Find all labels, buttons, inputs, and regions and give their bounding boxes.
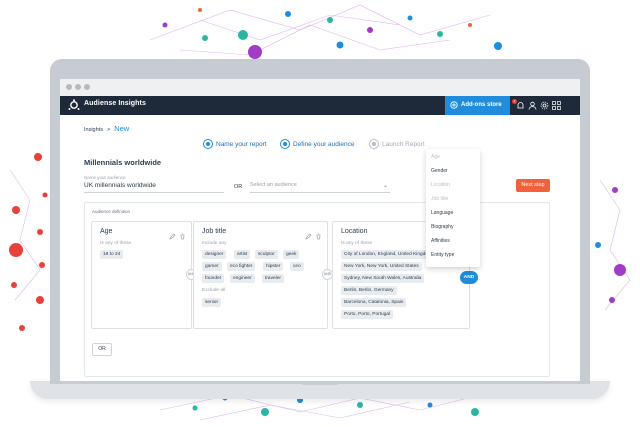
breadcrumb: Insights > New — [84, 124, 129, 133]
card-title: Job title — [202, 228, 227, 235]
card-actions — [302, 227, 322, 245]
job-chip[interactable]: eco fighter — [227, 262, 256, 271]
job-chip[interactable]: artist — [234, 250, 251, 259]
addons-icon — [450, 101, 458, 109]
location-chip[interactable]: New York, New York, United States — [341, 262, 422, 271]
delete-trash-icon[interactable] — [179, 233, 186, 240]
step-check-icon — [203, 139, 213, 149]
dropdown-item-age: Age — [431, 154, 440, 160]
window-dot-minimize[interactable] — [75, 84, 81, 90]
dropdown-item-job-title: Job title — [431, 196, 449, 202]
window-dot-close[interactable] — [66, 84, 72, 90]
top-navbar: Audiense Insights Add-ons store 1 — [60, 96, 580, 115]
app-title: Audiense Insights — [84, 100, 146, 107]
job-chip[interactable]: founder — [202, 274, 225, 283]
dropdown-item-biography[interactable]: Biography — [431, 224, 454, 230]
location-chip[interactable]: Sydney, New South Wales, Australia — [341, 274, 425, 283]
job-chip[interactable]: sculptor — [255, 250, 278, 259]
select-audience-dropdown[interactable]: Select an audience ⌄ — [250, 182, 390, 193]
job-chip[interactable]: gamer — [202, 262, 222, 271]
card-subtitle: Include any — [202, 241, 227, 246]
addons-store-button[interactable]: Add-ons store — [445, 96, 510, 115]
dropdown-item-gender[interactable]: Gender — [431, 168, 448, 174]
location-chip[interactable]: Berlin, Berlin, Germany — [341, 286, 397, 295]
age-criteria-card: Age Is any of these 18 to 24 — [91, 221, 192, 329]
location-chip[interactable]: City of London, England, United Kingdom — [341, 250, 435, 259]
exclude-chip[interactable]: senior — [202, 298, 222, 307]
next-step-button[interactable]: Next step — [516, 179, 550, 192]
select-placeholder: Select an audience — [250, 182, 297, 188]
exclude-label: Exclude all — [202, 288, 226, 293]
job-chip[interactable]: traveler — [262, 274, 284, 283]
settings-gear-icon[interactable] — [540, 101, 549, 110]
dropdown-item-affinities[interactable]: Affinities — [431, 238, 450, 244]
job-chip[interactable]: engineer — [230, 274, 255, 283]
job-chip[interactable]: geek — [283, 250, 300, 259]
location-chip[interactable]: Porto, Porto, Portugal — [341, 310, 394, 319]
audience-name-label: Name your audience — [84, 175, 126, 180]
card-subtitle: Is any of these — [341, 241, 373, 246]
chevron-down-icon: ⌄ — [382, 183, 388, 189]
dropdown-item-location: Location — [431, 182, 450, 188]
audience-definition-label: Audience definition — [92, 209, 131, 214]
edit-pencil-icon[interactable] — [169, 233, 176, 240]
step-label: Define your audience — [293, 141, 355, 148]
step-label: Name your report — [216, 141, 267, 148]
job-chip[interactable]: ceo — [290, 262, 304, 271]
breadcrumb-insights[interactable]: Insights — [84, 127, 103, 133]
apps-grid-icon[interactable] — [552, 101, 561, 110]
age-chip[interactable]: 18 to 24 — [100, 250, 124, 259]
addons-store-label: Add-ons store — [461, 102, 502, 108]
criteria-dropdown-menu: Age Gender Location Job title Language B… — [426, 149, 480, 267]
edit-pencil-icon[interactable] — [305, 233, 312, 240]
card-title: Location — [341, 228, 368, 235]
add-and-button[interactable]: AND — [460, 271, 478, 284]
job-chip[interactable]: designer — [202, 250, 227, 259]
dropdown-item-language[interactable]: Language — [431, 210, 453, 216]
or-label: OR — [234, 184, 243, 190]
add-or-button[interactable]: OR — [92, 343, 112, 356]
step-label: Launch Report — [382, 141, 425, 148]
breadcrumb-separator: > — [106, 127, 111, 133]
step-pending-icon — [369, 139, 379, 149]
user-icon[interactable] — [528, 101, 537, 110]
delete-trash-icon[interactable] — [315, 233, 322, 240]
job-chip[interactable]: hipster — [263, 262, 284, 271]
job-title-criteria-card: Job title Include any designer artist sc… — [193, 221, 328, 329]
dropdown-item-entity-type[interactable]: Entity type — [431, 252, 454, 258]
notification-badge: 1 — [512, 99, 517, 104]
app-window: Audiense Insights Add-ons store 1 Insigh… — [60, 96, 580, 381]
audiense-logo-icon — [68, 99, 80, 110]
card-subtitle: Is any of these — [100, 241, 132, 246]
card-title: Age — [100, 228, 113, 235]
location-chip[interactable]: Barcelona, Catalonia, Spain — [341, 298, 407, 307]
audience-name-input[interactable]: UK millennials worldwide — [84, 182, 224, 193]
step-active-icon — [280, 139, 290, 149]
window-dot-maximize[interactable] — [84, 84, 90, 90]
notifications-icon[interactable] — [516, 101, 525, 110]
breadcrumb-current: New — [114, 124, 130, 133]
browser-chrome — [60, 79, 580, 96]
card-actions — [166, 227, 186, 245]
report-title: Millennials worldwide — [84, 158, 162, 167]
